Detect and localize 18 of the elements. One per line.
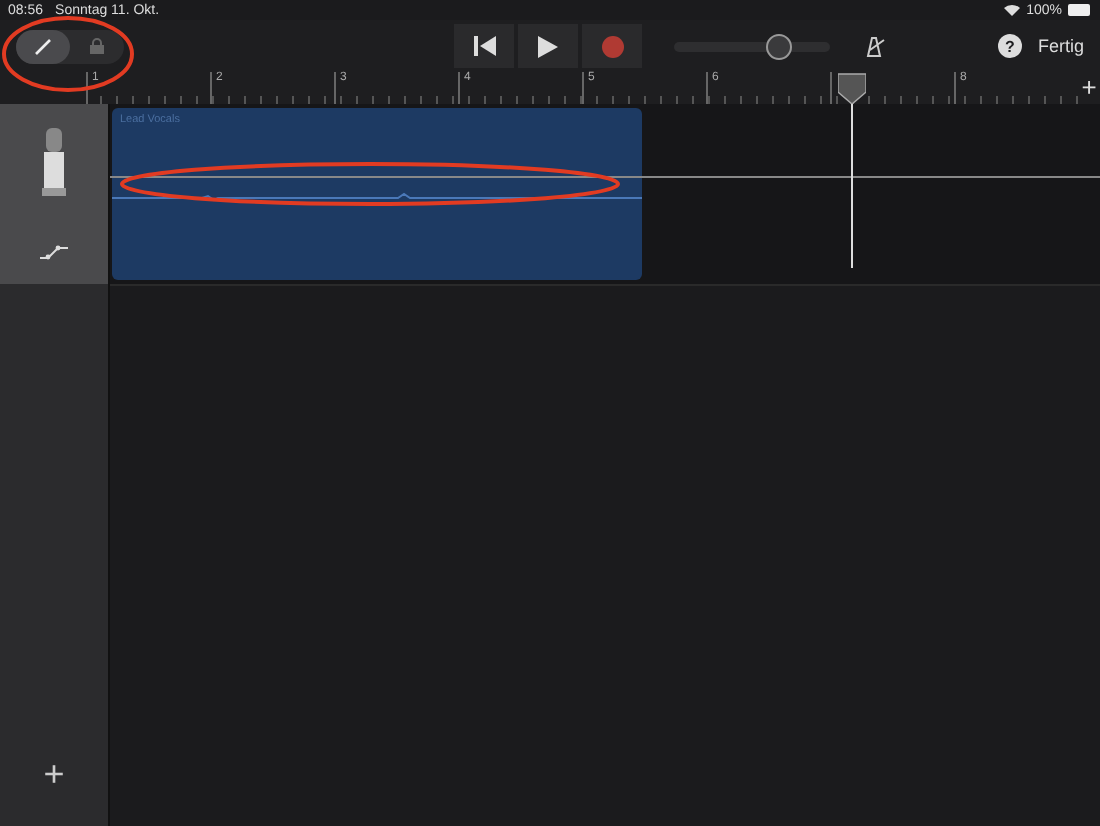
lock-icon[interactable] — [90, 38, 104, 54]
annotation-ellipse — [2, 16, 134, 92]
metronome-icon[interactable] — [862, 35, 886, 57]
record-icon[interactable] — [601, 35, 623, 57]
add-track-button[interactable]: + — [31, 752, 77, 798]
skip-back-icon[interactable] — [473, 36, 495, 56]
wifi-icon — [1004, 4, 1021, 16]
done-button[interactable]: Fertig — [1037, 36, 1084, 56]
automation-icon[interactable] — [40, 244, 68, 260]
play-button[interactable] — [518, 24, 578, 68]
pencil-icon[interactable] — [34, 37, 52, 55]
play-icon[interactable] — [538, 35, 558, 57]
microphone-icon — [42, 128, 66, 196]
playhead[interactable] — [838, 72, 866, 268]
mode-toggle[interactable] — [16, 29, 124, 63]
help-button[interactable]: ? — [997, 34, 1022, 58]
rewind-button[interactable] — [454, 24, 514, 68]
battery-icon — [1068, 4, 1092, 16]
